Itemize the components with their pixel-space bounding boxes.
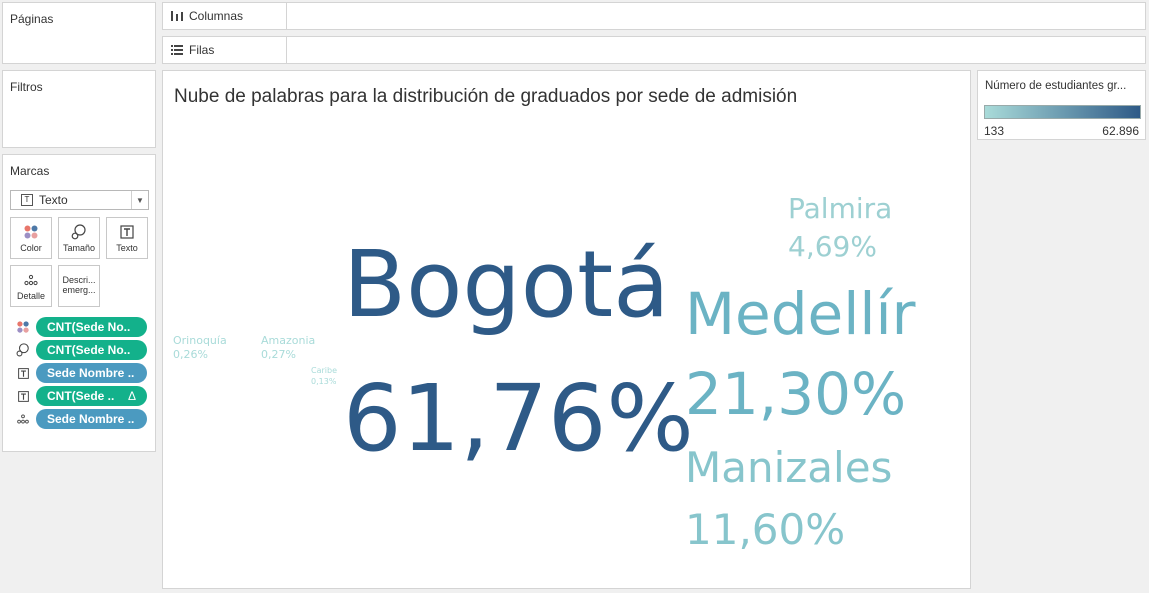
text-button[interactable]: Texto bbox=[106, 217, 148, 259]
word-palmira-share[interactable]: 4,69% bbox=[788, 233, 877, 261]
word-amazonia-share[interactable]: 0,27% bbox=[261, 349, 296, 360]
word-medellin-name[interactable]: Medellír bbox=[685, 285, 915, 343]
legend-gradient-bar bbox=[984, 105, 1141, 119]
marks-title: Marcas bbox=[10, 164, 50, 178]
legend-title: Número de estudiantes gr... bbox=[985, 80, 1127, 92]
color-icon bbox=[24, 225, 38, 239]
size-label: Tamaño bbox=[62, 243, 96, 253]
word-bogota-share[interactable]: 61,76% bbox=[343, 373, 694, 465]
word-bogota-name[interactable]: Bogotá bbox=[343, 239, 670, 331]
legend-min: 133 bbox=[984, 124, 1005, 138]
text-icon bbox=[15, 388, 31, 404]
detail-button[interactable]: Detalle bbox=[10, 265, 52, 307]
tooltip-button[interactable]: Descri... emerg... bbox=[58, 265, 100, 307]
color-legend[interactable]: Número de estudiantes gr... 133 62.896 bbox=[977, 70, 1146, 140]
word-caribe-name[interactable]: Caribe bbox=[311, 367, 337, 375]
legend-max: 62.896 bbox=[1102, 124, 1139, 138]
rows-icon bbox=[171, 45, 183, 55]
text-icon bbox=[15, 365, 31, 381]
columns-shelf[interactable]: Columnas bbox=[162, 2, 1146, 30]
text-count-pill[interactable]: CNT(Sede .. Δ bbox=[36, 386, 147, 406]
rows-label-text: Filas bbox=[189, 43, 215, 57]
word-manizales-share[interactable]: 11,60% bbox=[685, 509, 845, 551]
color-icon bbox=[15, 319, 31, 335]
size-pill[interactable]: CNT(Sede No.. bbox=[36, 340, 147, 360]
columns-label-text: Columnas bbox=[189, 9, 244, 23]
rows-shelf-label: Filas bbox=[163, 37, 287, 63]
pill-row-detail: Sede Nombre .. bbox=[15, 409, 147, 429]
mark-type-dropdown[interactable]: T Texto ▼ bbox=[10, 190, 149, 210]
word-medellin-share[interactable]: 21,30% bbox=[685, 365, 906, 423]
pill-row-text-count: CNT(Sede .. Δ bbox=[15, 386, 147, 406]
viz-title: Nube de palabras para la distribución de… bbox=[174, 86, 798, 107]
size-button[interactable]: Tamaño bbox=[58, 217, 100, 259]
detail-pill[interactable]: Sede Nombre .. bbox=[36, 409, 147, 429]
rows-shelf[interactable]: Filas bbox=[162, 36, 1146, 64]
size-icon bbox=[71, 224, 86, 240]
word-orinoquia-share[interactable]: 0,26% bbox=[173, 349, 208, 360]
color-label: Color bbox=[20, 243, 42, 253]
filters-title: Filtros bbox=[10, 80, 43, 94]
detail-icon bbox=[15, 411, 31, 427]
chevron-down-icon[interactable]: ▼ bbox=[131, 191, 148, 209]
text-mark-icon: T bbox=[21, 194, 33, 206]
marks-card: Marcas T Texto ▼ Color Tamaño Texto Deta… bbox=[2, 154, 156, 452]
pages-title: Páginas bbox=[10, 12, 54, 26]
detail-icon bbox=[24, 274, 38, 286]
word-manizales-name[interactable]: Manizales bbox=[685, 447, 892, 489]
color-button[interactable]: Color bbox=[10, 217, 52, 259]
size-icon bbox=[15, 342, 31, 358]
text-name-pill[interactable]: Sede Nombre .. bbox=[36, 363, 147, 383]
word-palmira-name[interactable]: Palmira bbox=[788, 195, 892, 223]
color-pill[interactable]: CNT(Sede No.. bbox=[36, 317, 147, 337]
word-orinoquia-name[interactable]: Orinoquía bbox=[173, 335, 227, 346]
text-count-pill-label: CNT(Sede .. bbox=[47, 389, 115, 403]
tooltip-label-line1: Descri... bbox=[62, 275, 96, 285]
columns-shelf-label: Columnas bbox=[163, 3, 287, 29]
tooltip-label-line2: emerg... bbox=[62, 285, 96, 295]
word-caribe-share[interactable]: 0,13% bbox=[311, 378, 336, 386]
detail-label: Detalle bbox=[16, 291, 45, 301]
filters-card[interactable]: Filtros bbox=[2, 70, 156, 148]
delta-icon: Δ bbox=[127, 389, 136, 403]
viz-area: Nube de palabras para la distribución de… bbox=[162, 70, 971, 589]
text-icon bbox=[120, 225, 134, 239]
pill-row-text-name: Sede Nombre .. bbox=[15, 363, 147, 383]
pages-card[interactable]: Páginas bbox=[2, 2, 156, 64]
word-amazonia-name[interactable]: Amazonia bbox=[261, 335, 315, 346]
pill-row-size: CNT(Sede No.. bbox=[15, 340, 147, 360]
columns-icon bbox=[171, 11, 183, 21]
text-label: Texto bbox=[116, 243, 138, 253]
pill-row-color: CNT(Sede No.. bbox=[15, 317, 147, 337]
mark-type-value: Texto bbox=[39, 193, 68, 207]
